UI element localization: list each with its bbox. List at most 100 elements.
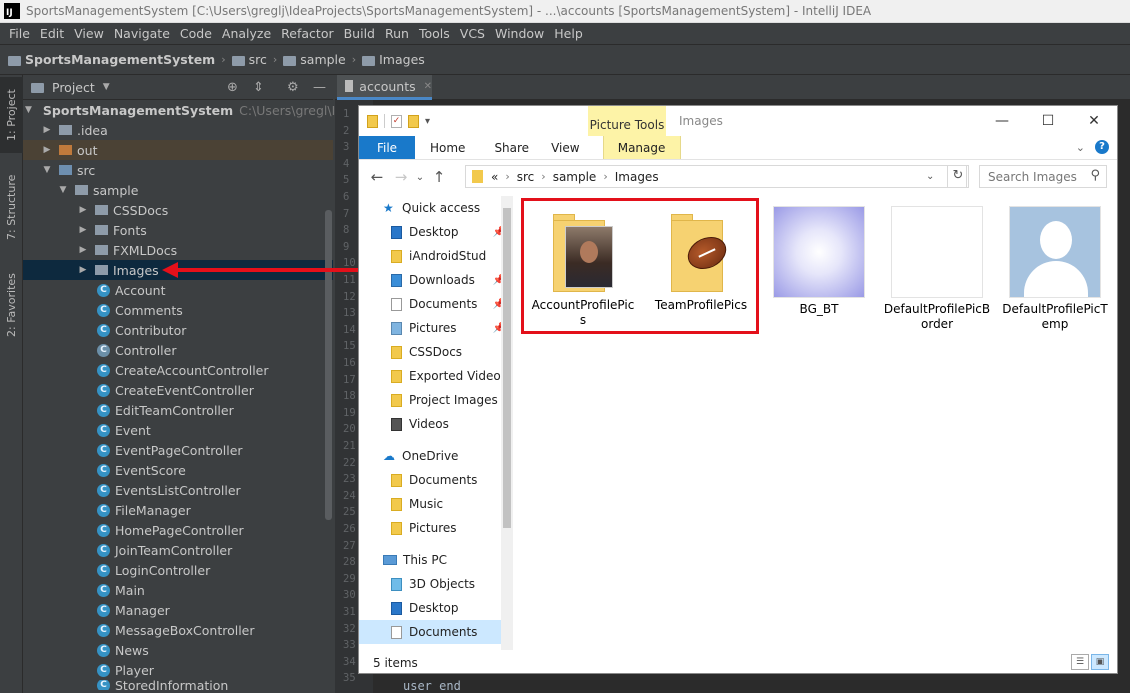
menu-navigate[interactable]: Navigate — [109, 26, 175, 41]
tree-class[interactable]: C EditTeamController — [23, 400, 333, 420]
breadcrumb-images[interactable]: Images — [362, 52, 425, 67]
tree-class[interactable]: C Account — [23, 280, 333, 300]
nav-item-exported-videos[interactable]: Exported Videos — [359, 364, 513, 388]
refresh-icon[interactable]: ↻ — [947, 165, 969, 188]
nav-item-project-images[interactable]: Project Images — [359, 388, 513, 412]
properties-icon[interactable]: ✓ — [391, 114, 402, 128]
collapsed-arrow-icon[interactable]: ▶ — [77, 265, 89, 275]
tree-class[interactable]: C EventScore — [23, 460, 333, 480]
large-icons-view-icon[interactable]: ▣ — [1091, 654, 1109, 670]
tree-folder-idea[interactable]: ▶ .idea — [23, 120, 333, 140]
tab-favorites[interactable]: 2: Favorites — [0, 265, 23, 345]
nav-item-pc-documents[interactable]: Documents — [359, 620, 513, 644]
scrollbar-thumb[interactable] — [503, 208, 511, 528]
tree-class[interactable]: C Contributor — [23, 320, 333, 340]
ribbon-tab-file[interactable]: File — [359, 136, 415, 159]
maximize-button[interactable]: ☐ — [1025, 110, 1071, 132]
tree-class[interactable]: C CreateAccountController — [23, 360, 333, 380]
expanded-arrow-icon[interactable]: ▼ — [25, 105, 32, 115]
navigation-scrollbar[interactable] — [501, 196, 513, 650]
tree-class[interactable]: C StoredInformation — [23, 680, 333, 690]
menu-build[interactable]: Build — [339, 26, 380, 41]
nav-item-videos[interactable]: Videos — [359, 412, 513, 436]
nav-item-onedrive-pictures[interactable]: Pictures — [359, 516, 513, 540]
customize-toolbar-icon[interactable]: ▾ — [425, 116, 430, 127]
file-item-defaultprofilepicborder[interactable]: DefaultProfilePicBorder — [883, 206, 991, 332]
menu-code[interactable]: Code — [175, 26, 217, 41]
address-part-sample[interactable]: sample — [553, 170, 597, 184]
address-part-images[interactable]: Images — [615, 170, 659, 184]
nav-item-cssdocs[interactable]: CSSDocs — [359, 340, 513, 364]
hide-icon[interactable]: — — [313, 80, 326, 95]
nav-quick-access[interactable]: ★ Quick access — [359, 196, 513, 220]
nav-item-onedrive-documents[interactable]: Documents — [359, 468, 513, 492]
collapsed-arrow-icon[interactable]: ▶ — [41, 145, 53, 155]
expanded-arrow-icon[interactable]: ▼ — [57, 185, 69, 195]
nav-item-downloads[interactable]: Downloads 📌 — [359, 268, 513, 292]
nav-item-desktop[interactable]: Desktop 📌 — [359, 220, 513, 244]
tree-class[interactable]: C HomePageController — [23, 520, 333, 540]
nav-item-pictures[interactable]: Pictures 📌 — [359, 316, 513, 340]
menu-analyze[interactable]: Analyze — [217, 26, 276, 41]
tree-folder-fxmldocs[interactable]: ▶ FXMLDocs — [23, 240, 333, 260]
nav-onedrive[interactable]: ☁ OneDrive — [359, 444, 513, 468]
expanded-arrow-icon[interactable]: ▼ — [41, 165, 53, 175]
file-item-bg-bt[interactable]: BG_BT — [765, 206, 873, 317]
file-item-defaultprofilepictemp[interactable]: DefaultProfilePicTemp — [1001, 206, 1109, 332]
tree-class[interactable]: C EventPageController — [23, 440, 333, 460]
nav-item-androidstudio[interactable]: iAndroidStud — [359, 244, 513, 268]
menu-tools[interactable]: Tools — [414, 26, 455, 41]
tree-folder-src[interactable]: ▼ src — [23, 160, 333, 180]
chevron-down-icon[interactable]: ▼ — [103, 82, 110, 92]
menu-edit[interactable]: Edit — [35, 26, 69, 41]
address-overflow[interactable]: « — [491, 170, 498, 184]
nav-item-pc-desktop[interactable]: Desktop — [359, 596, 513, 620]
tree-folder-cssdocs[interactable]: ▶ CSSDocs — [23, 200, 333, 220]
tab-accounts[interactable]: accounts ✕ — [337, 75, 432, 100]
locate-icon[interactable]: ⊕ — [227, 80, 238, 95]
collapse-icon[interactable]: ⇕ — [253, 80, 264, 95]
project-scrollbar[interactable] — [325, 210, 332, 520]
nav-item-3d-objects[interactable]: 3D Objects — [359, 572, 513, 596]
tree-class[interactable]: C Main — [23, 580, 333, 600]
expand-ribbon-icon[interactable]: ⌄ — [1076, 141, 1085, 154]
ribbon-tab-manage[interactable]: Manage — [602, 136, 681, 159]
ribbon-tab-view[interactable]: View — [543, 136, 587, 159]
ribbon-tab-home[interactable]: Home — [415, 136, 480, 159]
project-view-selector[interactable]: Project — [52, 80, 95, 95]
tree-folder-out[interactable]: ▶ out — [23, 140, 333, 160]
forward-arrow-icon[interactable]: → — [389, 168, 413, 186]
help-icon[interactable]: ? — [1095, 140, 1109, 154]
tree-class[interactable]: C LoginController — [23, 560, 333, 580]
search-input[interactable]: Search Images ⚲ — [979, 165, 1107, 188]
menu-view[interactable]: View — [69, 26, 109, 41]
tree-class[interactable]: C Event — [23, 420, 333, 440]
nav-item-music[interactable]: Music — [359, 492, 513, 516]
chevron-down-icon[interactable]: ⌄ — [926, 166, 934, 187]
address-bar[interactable]: « › src › sample › Images ⌄ — [465, 165, 967, 188]
tab-structure[interactable]: 7: Structure — [0, 167, 23, 247]
up-arrow-icon[interactable]: ↑ — [427, 168, 451, 186]
recent-locations-icon[interactable]: ⌄ — [413, 172, 427, 183]
tree-root[interactable]: ▼ SportsManagementSystem C:\Users\gregl\… — [23, 100, 378, 120]
breadcrumb-sample[interactable]: sample — [283, 52, 346, 67]
details-view-icon[interactable]: ☰ — [1071, 654, 1089, 670]
back-arrow-icon[interactable]: ← — [365, 168, 389, 186]
tree-class[interactable]: C CreateEventController — [23, 380, 333, 400]
menu-refactor[interactable]: Refactor — [276, 26, 338, 41]
menu-window[interactable]: Window — [490, 26, 549, 41]
tree-class[interactable]: C EventsListController — [23, 480, 333, 500]
menu-file[interactable]: File — [4, 26, 35, 41]
tree-class[interactable]: C Manager — [23, 600, 333, 620]
minimize-button[interactable]: — — [979, 110, 1025, 132]
tab-project[interactable]: 1: Project — [0, 77, 23, 153]
tree-class[interactable]: C News — [23, 640, 333, 660]
collapsed-arrow-icon[interactable]: ▶ — [77, 205, 89, 215]
menu-help[interactable]: Help — [549, 26, 588, 41]
menu-vcs[interactable]: VCS — [455, 26, 490, 41]
tree-class[interactable]: C Player — [23, 660, 333, 680]
breadcrumb-src[interactable]: src — [231, 52, 267, 67]
tree-class[interactable]: C Comments — [23, 300, 333, 320]
gear-icon[interactable]: ⚙ — [287, 80, 299, 95]
collapsed-arrow-icon[interactable]: ▶ — [41, 125, 53, 135]
